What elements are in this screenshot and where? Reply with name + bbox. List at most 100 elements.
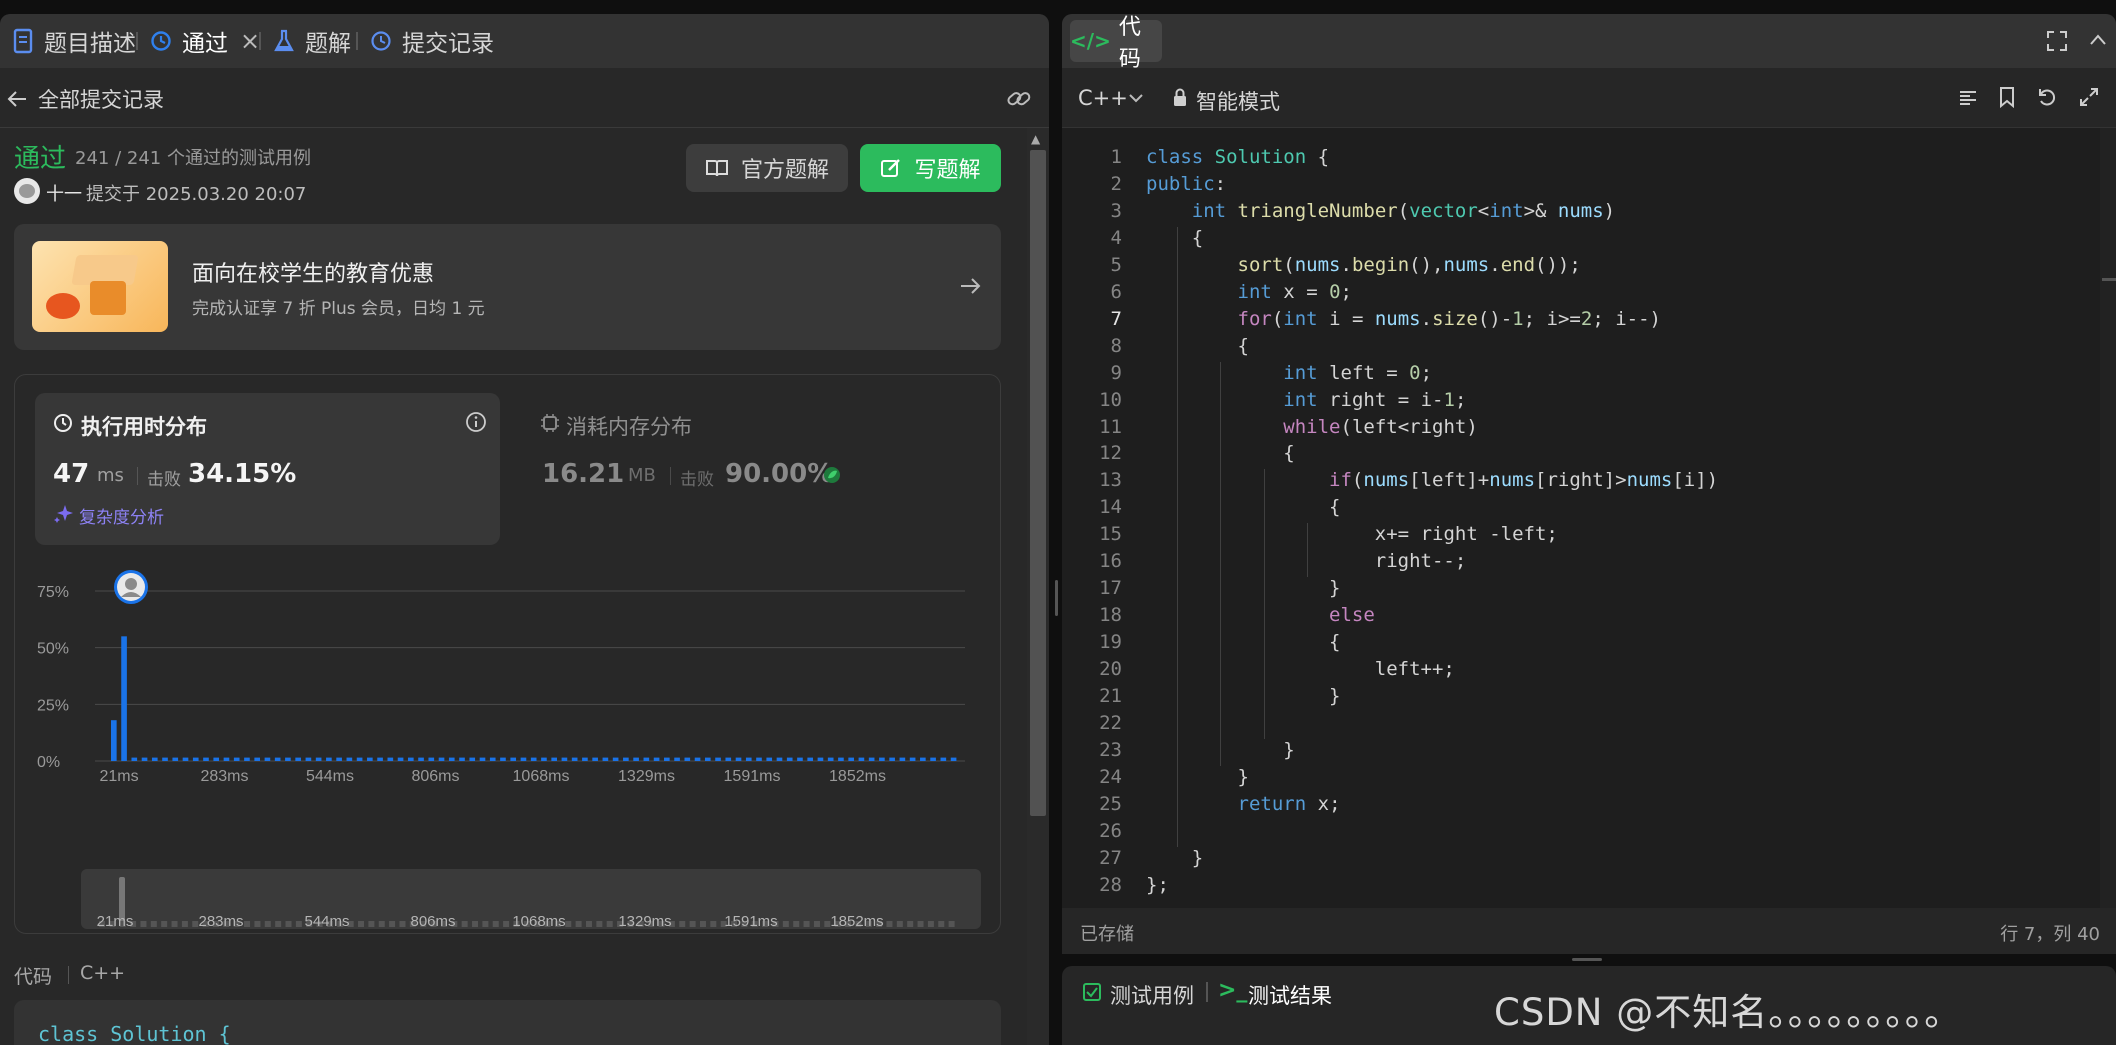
chart-bar[interactable] [879, 757, 885, 761]
chart-bar[interactable] [664, 757, 670, 761]
chart-bar[interactable] [111, 720, 117, 761]
chart-bar[interactable] [756, 757, 762, 761]
chart-bar[interactable] [571, 757, 578, 761]
chart-bar[interactable] [223, 757, 230, 761]
chart-bar[interactable] [776, 757, 783, 761]
chart-bar[interactable] [428, 757, 435, 761]
chart-bar[interactable] [264, 757, 271, 761]
range-slider[interactable]: 21ms 283ms 544ms 806ms 1068ms 1329ms 1591ms 185… [81, 869, 981, 929]
chart-bar[interactable] [592, 757, 598, 761]
chart-bar[interactable] [500, 757, 506, 761]
code-line[interactable]: else [1146, 604, 1375, 626]
chart-bar[interactable] [909, 757, 916, 761]
chart-bar[interactable] [387, 757, 394, 761]
chart-bar[interactable] [305, 757, 312, 761]
chart-bar[interactable] [418, 757, 424, 761]
chart-bar[interactable] [203, 757, 209, 761]
chart-bar[interactable] [192, 757, 199, 761]
chart-bar[interactable] [950, 757, 957, 761]
code-line[interactable]: } [1146, 847, 1203, 869]
fullscreen-icon[interactable] [2046, 30, 2068, 52]
chart-bar[interactable] [326, 757, 332, 761]
code-line[interactable]: int left = 0; [1146, 362, 1432, 384]
chart-bar[interactable] [920, 757, 926, 761]
chart-bar[interactable] [848, 757, 854, 761]
chart-bar[interactable] [479, 757, 486, 761]
code-line[interactable]: if(nums[left]+nums[right]>nums[i]) [1146, 469, 1718, 491]
chart-bar[interactable] [807, 757, 814, 761]
code-line[interactable]: for(int i = nums.size()-1; i>=2; i--) [1146, 308, 1661, 330]
code-line[interactable]: } [1146, 739, 1294, 761]
code-line[interactable]: { [1146, 496, 1340, 518]
chart-bar[interactable] [274, 757, 281, 761]
chart-bar[interactable] [694, 757, 701, 761]
code-line[interactable]: { [1146, 227, 1203, 249]
complexity-analysis-link[interactable]: 复杂度分析 [79, 503, 164, 528]
code-lines[interactable]: 1 class Solution {2 public: 3 int triangleN… [1062, 128, 2116, 908]
chart-bar[interactable] [786, 757, 793, 761]
chart-bar[interactable] [858, 757, 865, 761]
education-promo-banner[interactable]: 面向在校学生的教育优惠 完成认证享 7 折 Plus 会员，日均 1 元 [14, 224, 1001, 350]
code-line[interactable]: } [1146, 577, 1340, 599]
back-arrow-icon[interactable] [6, 88, 28, 110]
scroll-up-icon[interactable]: ▲ [1031, 132, 1040, 146]
expand-icon[interactable] [2078, 86, 2100, 108]
chart-bar[interactable] [151, 757, 158, 761]
chart-bar[interactable] [797, 757, 803, 761]
tab-test-result[interactable]: 测试结果 [1248, 980, 1332, 1010]
code-line[interactable]: { [1146, 631, 1340, 653]
code-line[interactable]: }; [1146, 874, 1169, 896]
code-line[interactable]: int x = 0; [1146, 281, 1352, 303]
scrollbar-thumb[interactable] [1030, 150, 1046, 816]
chart-bar[interactable] [561, 757, 568, 761]
chart-bar[interactable] [131, 757, 138, 761]
chart-bar[interactable] [766, 757, 773, 761]
format-icon[interactable] [1958, 88, 1978, 108]
chart-bar[interactable] [459, 757, 465, 761]
code-line[interactable]: int triangleNumber(vector<int>& nums) [1146, 200, 1615, 222]
code-line[interactable]: return x; [1146, 793, 1341, 815]
close-tab-icon[interactable]: × [240, 27, 260, 55]
code-editor[interactable]: 1 class Solution {2 public: 3 int triangleN… [1062, 128, 2116, 908]
chart-bar[interactable] [346, 757, 353, 761]
code-line[interactable]: } [1146, 766, 1249, 788]
smart-mode-toggle[interactable]: 智能模式 [1196, 86, 1280, 116]
back-to-submissions-link[interactable]: 全部提交记录 [38, 84, 164, 114]
language-select[interactable]: C++ [1078, 86, 1128, 110]
chart-bar[interactable] [182, 757, 189, 761]
chart-bar[interactable] [233, 757, 240, 761]
code-line[interactable]: x+= right -left; [1146, 523, 1558, 545]
chart-bar[interactable] [633, 757, 639, 761]
memory-card[interactable]: 消耗内存分布 16.21 MB 击败 90.00% [540, 393, 980, 545]
chart-bar[interactable] [397, 757, 404, 761]
chart-bar[interactable] [623, 757, 629, 761]
chart-bar[interactable] [407, 757, 414, 761]
runtime-card[interactable]: 执行用时分布 47 ms 击败 34.15% 复杂度分析 [35, 393, 500, 545]
chart-bar[interactable] [356, 757, 363, 761]
chart-bar[interactable] [940, 757, 947, 761]
chart-bar[interactable] [520, 757, 527, 761]
chart-bar[interactable] [285, 757, 291, 761]
vertical-resize-handle[interactable] [1572, 958, 1602, 961]
official-solution-button[interactable]: 官方题解 [686, 144, 848, 192]
tab-code[interactable]: </> 代码 [1070, 15, 1162, 72]
code-line[interactable]: { [1146, 442, 1294, 464]
code-line[interactable]: while(left<right) [1146, 416, 1478, 438]
code-line[interactable]: left++; [1146, 658, 1455, 680]
bookmark-icon[interactable] [1998, 86, 2016, 108]
chart-bar[interactable] [715, 757, 721, 761]
chart-bar[interactable] [367, 757, 373, 761]
chart-bar[interactable] [612, 757, 619, 761]
tab-testcase[interactable]: 测试用例 [1110, 980, 1194, 1010]
tab-submissions[interactable]: 提交记录 [370, 14, 494, 68]
chart-bar[interactable] [254, 757, 261, 761]
code-line[interactable]: int right = i-1; [1146, 389, 1466, 411]
code-line[interactable]: { [1146, 335, 1249, 357]
chart-bar[interactable] [510, 757, 517, 761]
chart-bar[interactable] [377, 757, 383, 761]
chart-bar[interactable] [121, 636, 127, 761]
code-line[interactable]: public: [1146, 173, 1226, 195]
chart-bar[interactable] [295, 757, 301, 761]
arrow-right-icon[interactable] [958, 274, 982, 298]
username[interactable]: 十一 [46, 180, 82, 206]
